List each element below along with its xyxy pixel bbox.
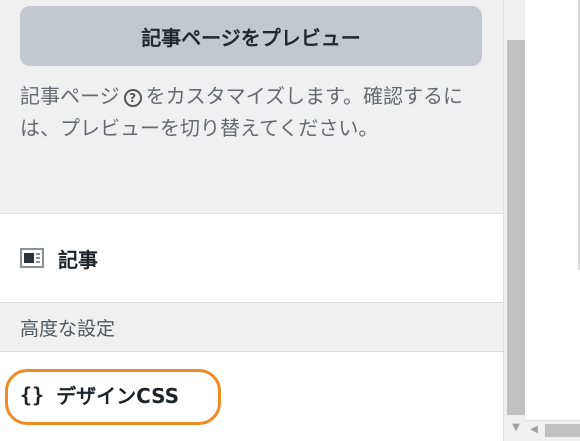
section-design-css-item[interactable]: {} デザインCSS — [20, 380, 179, 409]
code-braces-icon: {} — [20, 382, 45, 407]
section-article-label: 記事 — [58, 247, 98, 272]
article-layout-icon — [20, 248, 44, 268]
scroll-down-arrow-icon[interactable]: ▼ — [508, 420, 524, 436]
scrollbar-thumb[interactable] — [507, 40, 525, 415]
horizontal-scrollbar-thumb[interactable] — [545, 424, 580, 437]
help-icon[interactable]: ? — [123, 89, 142, 107]
vertical-scrollbar[interactable]: ▼ — [503, 0, 525, 441]
section-advanced-label: 高度な設定 — [20, 317, 116, 340]
preview-article-button-label: 記事ページをプレビュー — [141, 25, 361, 50]
section-article[interactable]: 記事 — [0, 214, 503, 302]
preview-area — [525, 0, 580, 441]
section-design-css-label: デザインCSS — [56, 384, 180, 408]
preview-article-button[interactable]: 記事ページをプレビュー — [20, 6, 482, 66]
scroll-left-arrow-icon[interactable]: ◀ — [527, 422, 541, 438]
customizer-panel: 記事ページをプレビュー 記事ページ? をカスタマイズします。確認するには、プレビュ… — [0, 0, 503, 441]
section-advanced-heading: 高度な設定 — [0, 303, 503, 351]
description-prefix: 記事ページ — [20, 84, 120, 108]
panel-description: 記事ページ? をカスタマイズします。確認するには、プレビューを切り替えてください。 — [20, 80, 480, 144]
